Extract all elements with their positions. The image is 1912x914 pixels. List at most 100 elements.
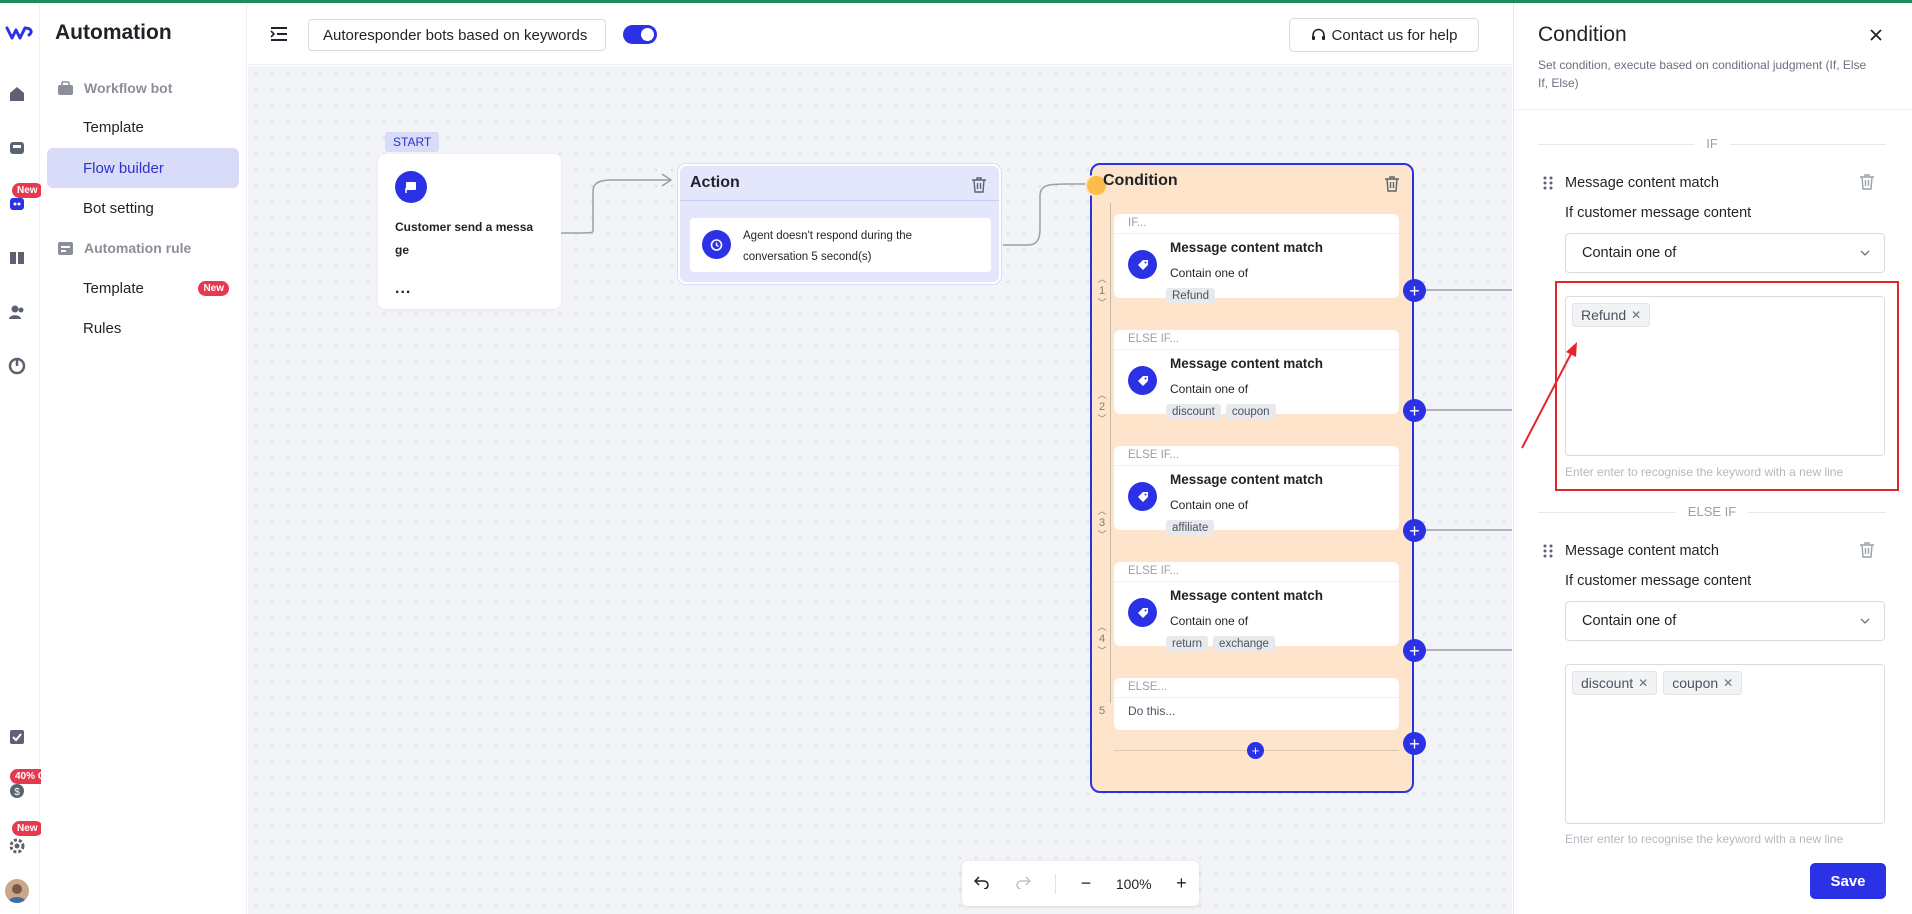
condition-title: Message content match (1565, 543, 1719, 559)
menu-collapse-icon[interactable] (270, 25, 288, 43)
zoom-out-button[interactable]: − (1081, 873, 1092, 894)
add-next-step-button[interactable]: + (1403, 399, 1426, 422)
sidebar-item-label: Bot setting (83, 199, 154, 217)
bot-name-input[interactable]: Autoresponder bots based on keywords (308, 19, 606, 51)
branch-number: 5 (1098, 705, 1106, 717)
zoom-toolbar: − 100% + (962, 861, 1199, 906)
flow-canvas[interactable]: START Customer send a message ... Action… (248, 66, 1512, 914)
start-tag: START (385, 132, 440, 152)
condition-subtitle: If customer message content (1565, 573, 1752, 589)
match-type-select[interactable]: Contain one of (1565, 601, 1885, 641)
billing-icon[interactable]: $ (6, 780, 28, 802)
tasks-icon[interactable] (6, 726, 28, 748)
branch-rail (1110, 203, 1111, 703)
new-badge: New (12, 821, 43, 836)
add-next-step-button[interactable]: + (1403, 519, 1426, 542)
bot-enabled-toggle[interactable] (623, 25, 657, 44)
trash-icon[interactable] (1859, 173, 1875, 191)
settings-icon[interactable] (6, 835, 28, 857)
avatar[interactable] (5, 879, 29, 903)
drag-handle-icon[interactable] (1542, 543, 1554, 559)
book-icon[interactable] (6, 247, 28, 269)
sidebar-item-rules[interactable]: Rules (47, 308, 239, 348)
new-badge: New (198, 280, 229, 296)
condition-subtitle: If customer message content (1565, 205, 1752, 221)
keyword-chip: return (1166, 636, 1209, 652)
condition-panel: Condition Set condition, execute based o… (1513, 3, 1912, 914)
briefcase-icon (58, 80, 73, 95)
branch-card-else-if[interactable]: ELSE IF... Message content match Contain… (1114, 330, 1399, 420)
add-next-step-button[interactable]: + (1403, 732, 1426, 755)
topbar: Autoresponder bots based on keywords Con… (248, 3, 1512, 65)
branch-card-else-if[interactable]: ELSE IF... Message content match Contain… (1114, 446, 1399, 536)
branch-number[interactable]: ︿ 3 ﹀ (1096, 505, 1108, 541)
branch-subtitle: Contain one of (1170, 266, 1249, 280)
sidebar-group-label: Automation rule (84, 240, 192, 256)
contacts-icon[interactable] (6, 301, 28, 323)
drag-handle-icon[interactable] (1542, 175, 1554, 191)
branch-card-if[interactable]: IF... Message content match Contain one … (1114, 214, 1399, 304)
home-icon[interactable] (6, 83, 28, 105)
condition-node-title: Condition (1103, 172, 1178, 189)
add-next-step-button[interactable]: + (1403, 639, 1426, 662)
keywords-input[interactable]: discount ✕ coupon ✕ (1565, 664, 1885, 824)
more-options-icon[interactable]: ... (395, 280, 411, 298)
branch-number[interactable]: ︿ 1 ﹀ (1096, 273, 1108, 309)
branch-title: Message content match (1170, 240, 1324, 255)
remove-tag-icon[interactable]: ✕ (1723, 676, 1733, 690)
save-button[interactable]: Save (1810, 863, 1886, 899)
sidebar-item-rule-template[interactable]: Template New (47, 268, 239, 308)
headset-icon (1311, 28, 1325, 40)
new-badge: New (12, 183, 43, 198)
trash-icon[interactable] (971, 176, 987, 194)
add-next-step-button[interactable]: + (1403, 279, 1426, 302)
add-branch-button[interactable]: + (1247, 742, 1264, 759)
analytics-icon[interactable] (6, 355, 28, 377)
branch-number[interactable]: ︿ 4 ﹀ (1096, 621, 1108, 657)
panel-description: Set condition, execute based on conditio… (1538, 58, 1867, 90)
sidebar: Automation Workflow bot Template Flow bu… (41, 3, 247, 914)
branch-number[interactable]: ︿ 2 ﹀ (1096, 389, 1108, 425)
sidebar-item-label: Rules (83, 319, 122, 337)
keyword-chip: Refund (1166, 288, 1216, 304)
logo-icon[interactable] (5, 23, 35, 43)
close-icon[interactable] (1868, 27, 1884, 43)
undo-icon[interactable] (974, 875, 990, 892)
sidebar-title: Automation (55, 21, 172, 44)
branch-subtitle: Contain one of (1170, 382, 1249, 396)
match-type-select[interactable]: Contain one of (1565, 233, 1885, 273)
sidebar-group-label: Workflow bot (84, 80, 173, 96)
trash-icon[interactable] (1384, 175, 1400, 193)
remove-tag-icon[interactable]: ✕ (1638, 676, 1648, 690)
branch-card-else-if[interactable]: ELSE IF... Message content match Contain… (1114, 562, 1399, 652)
branch-divider (1114, 581, 1399, 582)
sidebar-item-template[interactable]: Template (47, 107, 239, 147)
contact-help-button[interactable]: Contact us for help (1289, 18, 1479, 52)
trash-icon[interactable] (1859, 541, 1875, 559)
redo-icon[interactable] (1015, 875, 1031, 892)
sidebar-item-flow-builder[interactable]: Flow builder (47, 148, 239, 188)
start-node[interactable]: Customer send a message ... (378, 154, 561, 309)
branch-divider (1114, 465, 1399, 466)
inbox-icon[interactable] (6, 137, 28, 159)
alarm-clock-icon (702, 230, 731, 259)
chevron-down-icon (1860, 618, 1870, 624)
branch-divider (1114, 233, 1399, 234)
sidebar-item-bot-setting[interactable]: Bot setting (47, 188, 239, 228)
keyword-tag: coupon ✕ (1663, 671, 1743, 695)
chevron-down-icon (1860, 250, 1870, 256)
branch-label: ELSE IF... (1128, 333, 1180, 345)
tag-icon (1128, 366, 1157, 395)
highlight-box (1555, 281, 1899, 491)
condition-node[interactable]: Condition IF... Message content match Co… (1085, 163, 1414, 793)
contact-help-label: Contact us for help (1331, 26, 1458, 44)
action-node-title: Action (680, 166, 999, 201)
zoom-in-button[interactable]: + (1176, 873, 1187, 894)
rule-icon (58, 241, 73, 255)
branch-card-else[interactable]: ELSE... Do this... (1114, 678, 1399, 730)
action-node[interactable]: Action Agent doesn't respond during the … (678, 164, 1001, 284)
section-divider-else-if: ELSE IF (1538, 504, 1886, 519)
keyword-chip: exchange (1213, 636, 1275, 652)
else-body-text: Do this... (1128, 704, 1176, 718)
branch-subtitle: Contain one of (1170, 498, 1249, 512)
